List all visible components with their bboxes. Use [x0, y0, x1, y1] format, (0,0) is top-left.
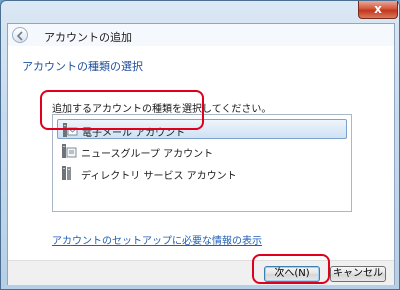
directory-service-icon	[62, 166, 71, 180]
email-account-icon	[63, 123, 78, 137]
list-item-directory-service[interactable]: ディレクトリ サービス アカウント	[57, 163, 347, 183]
dialog-footer: 次へ(N) キャンセル	[8, 260, 394, 285]
content-panel: アカウントの種類の選択 追加するアカウントの種類を選択してください。 電子メール…	[8, 46, 394, 260]
account-type-list[interactable]: 電子メール アカウント ニュースグループ アカウント ディレクトリ サービス ア…	[52, 114, 352, 212]
close-button[interactable]: x	[358, 1, 398, 19]
instruction-text: 追加するアカウントの種類を選択してください。	[52, 104, 272, 115]
help-link[interactable]: アカウントのセットアップに必要な情報の表示	[52, 232, 262, 247]
section-heading: アカウントの種類の選択	[22, 60, 143, 73]
cancel-button[interactable]: キャンセル	[330, 266, 386, 282]
dialog-client-area: アカウントの追加 アカウントの種類の選択 追加するアカウントの種類を選択してくだ…	[7, 23, 395, 285]
list-item-label: ニュースグループ アカウント	[81, 149, 214, 160]
dialog-window: x アカウントの追加 アカウントの種類の選択 追加するアカウントの種類を選択して…	[0, 0, 400, 290]
dialog-title: アカウントの追加	[44, 31, 132, 44]
list-item-newsgroup-account[interactable]: ニュースグループ アカウント	[57, 141, 347, 161]
list-item-email-account[interactable]: 電子メール アカウント	[57, 119, 347, 139]
newsgroup-account-icon	[62, 144, 77, 158]
list-item-label: ディレクトリ サービス アカウント	[81, 171, 237, 182]
back-arrow-icon	[16, 31, 23, 41]
back-button[interactable]	[12, 27, 28, 43]
next-button[interactable]: 次へ(N)	[264, 266, 320, 282]
dialog-header: アカウントの追加	[8, 24, 394, 46]
list-item-label: 電子メール アカウント	[82, 128, 186, 139]
